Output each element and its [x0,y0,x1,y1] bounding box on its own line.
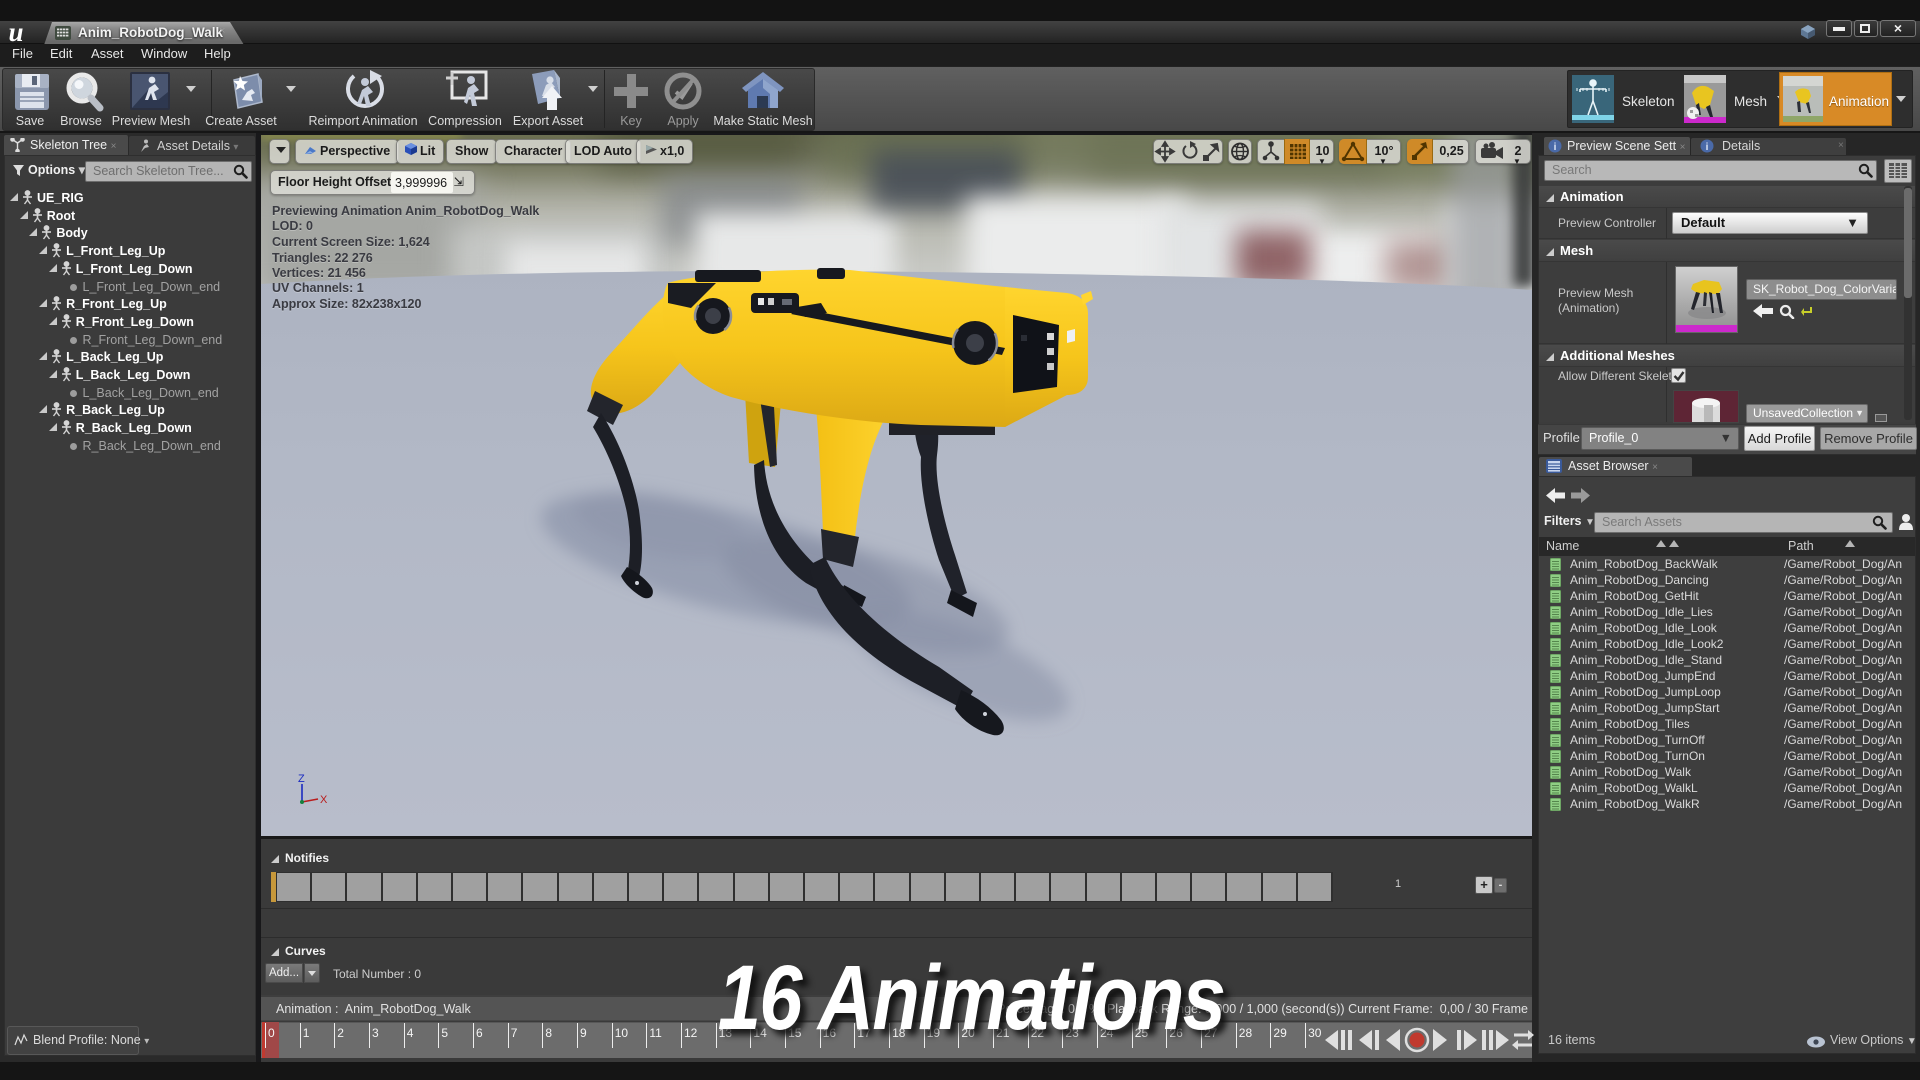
svg-text:i: i [1706,142,1709,153]
svg-text:X: X [320,794,328,806]
svg-text:Z: Z [298,773,305,785]
svg-text:i: i [1554,142,1557,153]
